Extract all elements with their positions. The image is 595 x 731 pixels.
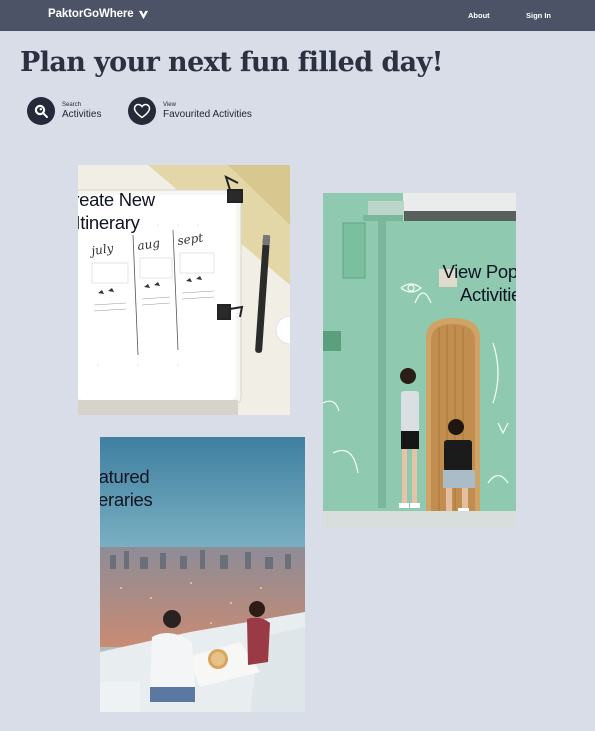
create-itinerary-card[interactable]: july aug sept eate New Itinerary — [78, 165, 290, 415]
popular-activities-line1: View Popular — [442, 261, 516, 282]
featured-itineraries-title: Featured Itineraries — [100, 465, 159, 511]
favourites-action-label-small: View — [163, 102, 176, 108]
search-action-label: Activities — [62, 109, 102, 120]
popular-activities-title: View Popular Activities — [432, 260, 516, 306]
heart-icon — [128, 97, 156, 125]
featured-itineraries-line1: Featured — [100, 466, 150, 487]
featured-itineraries-line2: Itineraries — [100, 489, 153, 510]
brand-name: PaktorGoWhere — [48, 8, 134, 20]
create-itinerary-title: Create New Itinerary — [78, 188, 159, 234]
view-favourites-button[interactable]: View Favourited Activities — [128, 97, 252, 125]
navbar: PaktorGoWhere About Sign In — [0, 0, 595, 31]
search-action-label-small: Search — [62, 102, 82, 108]
popular-activities-card[interactable]: View Popular Activities — [323, 193, 516, 529]
nav-about-link[interactable]: About — [468, 11, 490, 20]
couple-green-wall-image — [323, 193, 516, 529]
featured-itineraries-card[interactable]: Featured Itineraries — [100, 437, 305, 712]
create-itinerary-line2: Itinerary — [78, 212, 140, 233]
popular-activities-line2: Activities — [460, 284, 516, 305]
favourites-action-label: Favourited Activities — [163, 109, 252, 120]
search-activities-button[interactable]: Search Activities — [27, 97, 101, 125]
brand-logo[interactable]: PaktorGoWhere — [48, 8, 149, 20]
page-title: Plan your next fun filled day! — [20, 47, 443, 78]
search-icon — [27, 97, 55, 125]
nav-signin-link[interactable]: Sign In — [526, 11, 551, 20]
heart-logo-icon — [138, 9, 149, 20]
create-itinerary-line1: Create New — [78, 189, 155, 210]
